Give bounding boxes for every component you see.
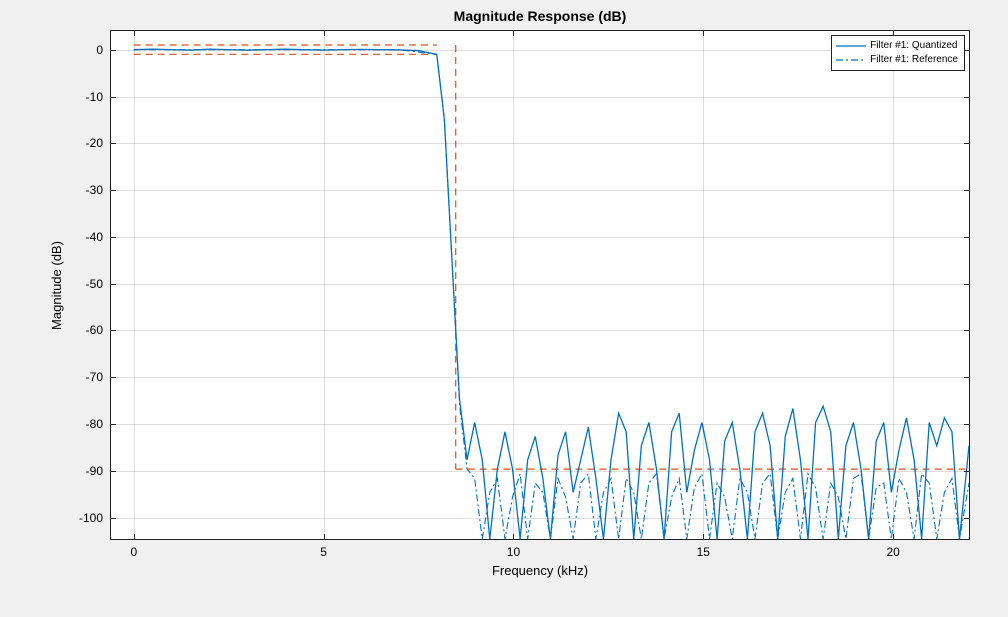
x-tick-label: 20: [886, 545, 899, 559]
y-tick-label: -70: [86, 370, 103, 384]
legend-label: Filter #1: Quantized: [870, 39, 957, 53]
y-tick-label: 0: [96, 43, 103, 57]
y-tick-label: -80: [86, 417, 103, 431]
plot-title: Magnitude Response (dB): [110, 8, 970, 24]
y-tick-label: -60: [86, 323, 103, 337]
legend[interactable]: Filter #1: Quantized Filter #1: Referenc…: [831, 35, 965, 71]
series-quantized: [134, 49, 969, 539]
line-icon: [836, 55, 866, 65]
line-icon: [836, 41, 866, 51]
y-tick-label: -90: [86, 464, 103, 478]
y-tick-label: -100: [79, 511, 103, 525]
axes[interactable]: 051015200-10-20-30-40-50-60-70-80-90-100…: [110, 30, 970, 540]
y-tick-label: -50: [86, 277, 103, 291]
x-tick-label: 0: [130, 545, 137, 559]
x-tick-label: 15: [697, 545, 710, 559]
legend-label: Filter #1: Reference: [870, 53, 958, 67]
x-tick-label: 10: [507, 545, 520, 559]
y-tick-label: -30: [86, 183, 103, 197]
y-axis-label: Magnitude (dB): [46, 30, 66, 540]
y-tick-label: -10: [86, 90, 103, 104]
y-tick-label: -40: [86, 230, 103, 244]
figure: Magnitude Response (dB) Magnitude (dB) F…: [0, 0, 1008, 617]
legend-item-quantized: Filter #1: Quantized: [836, 39, 958, 53]
y-tick-label: -20: [86, 136, 103, 150]
x-axis-label: Frequency (kHz): [110, 563, 970, 578]
legend-item-reference: Filter #1: Reference: [836, 53, 958, 67]
x-tick-label: 5: [320, 545, 327, 559]
